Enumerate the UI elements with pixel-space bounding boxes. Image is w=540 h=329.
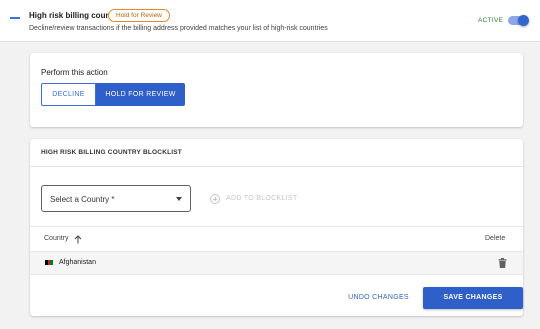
- column-header-delete: Delete: [485, 235, 506, 242]
- action-card: Perform this action DECLINE HOLD FOR REV…: [30, 53, 523, 127]
- decline-button[interactable]: DECLINE: [41, 83, 96, 106]
- trash-icon[interactable]: [498, 258, 507, 268]
- collapse-icon[interactable]: [10, 17, 20, 19]
- flag-stripe: [50, 260, 54, 265]
- table-row: Afghanistan: [30, 252, 523, 274]
- caret-down-icon: [176, 197, 182, 201]
- afghanistan-flag-icon: [45, 260, 54, 265]
- divider: [30, 166, 523, 167]
- arrow-up-icon[interactable]: [74, 235, 82, 244]
- active-toggle-knob[interactable]: [518, 15, 529, 26]
- divider: [30, 226, 523, 227]
- action-label: Perform this action: [41, 68, 108, 77]
- save-changes-button[interactable]: SAVE CHANGES: [423, 287, 523, 309]
- add-circle-icon: [210, 194, 220, 204]
- rule-content: Perform this action DECLINE HOLD FOR REV…: [0, 42, 540, 329]
- country-select[interactable]: Select a Country *: [41, 185, 191, 212]
- hold-for-review-button[interactable]: HOLD FOR REVIEW: [96, 83, 185, 106]
- active-label: ACTIVE: [478, 17, 504, 24]
- divider: [30, 274, 523, 275]
- undo-changes-button[interactable]: UNDO CHANGES: [341, 287, 416, 309]
- country-name: Afghanistan: [59, 259, 96, 266]
- country-select-placeholder: Select a Country *: [50, 195, 115, 204]
- column-header-country[interactable]: Country: [44, 235, 69, 242]
- status-chip: Hold for Review: [108, 9, 170, 22]
- rule-header: High risk billing country Hold for Revie…: [0, 0, 540, 42]
- add-to-blocklist-label: ADD TO BLOCKLIST: [226, 195, 298, 202]
- blocklist-title: HIGH RISK BILLING COUNTRY BLOCKLIST: [41, 149, 182, 156]
- rule-description: Decline/review transactions if the billi…: [29, 25, 328, 32]
- rule-title: High risk billing country: [29, 11, 121, 20]
